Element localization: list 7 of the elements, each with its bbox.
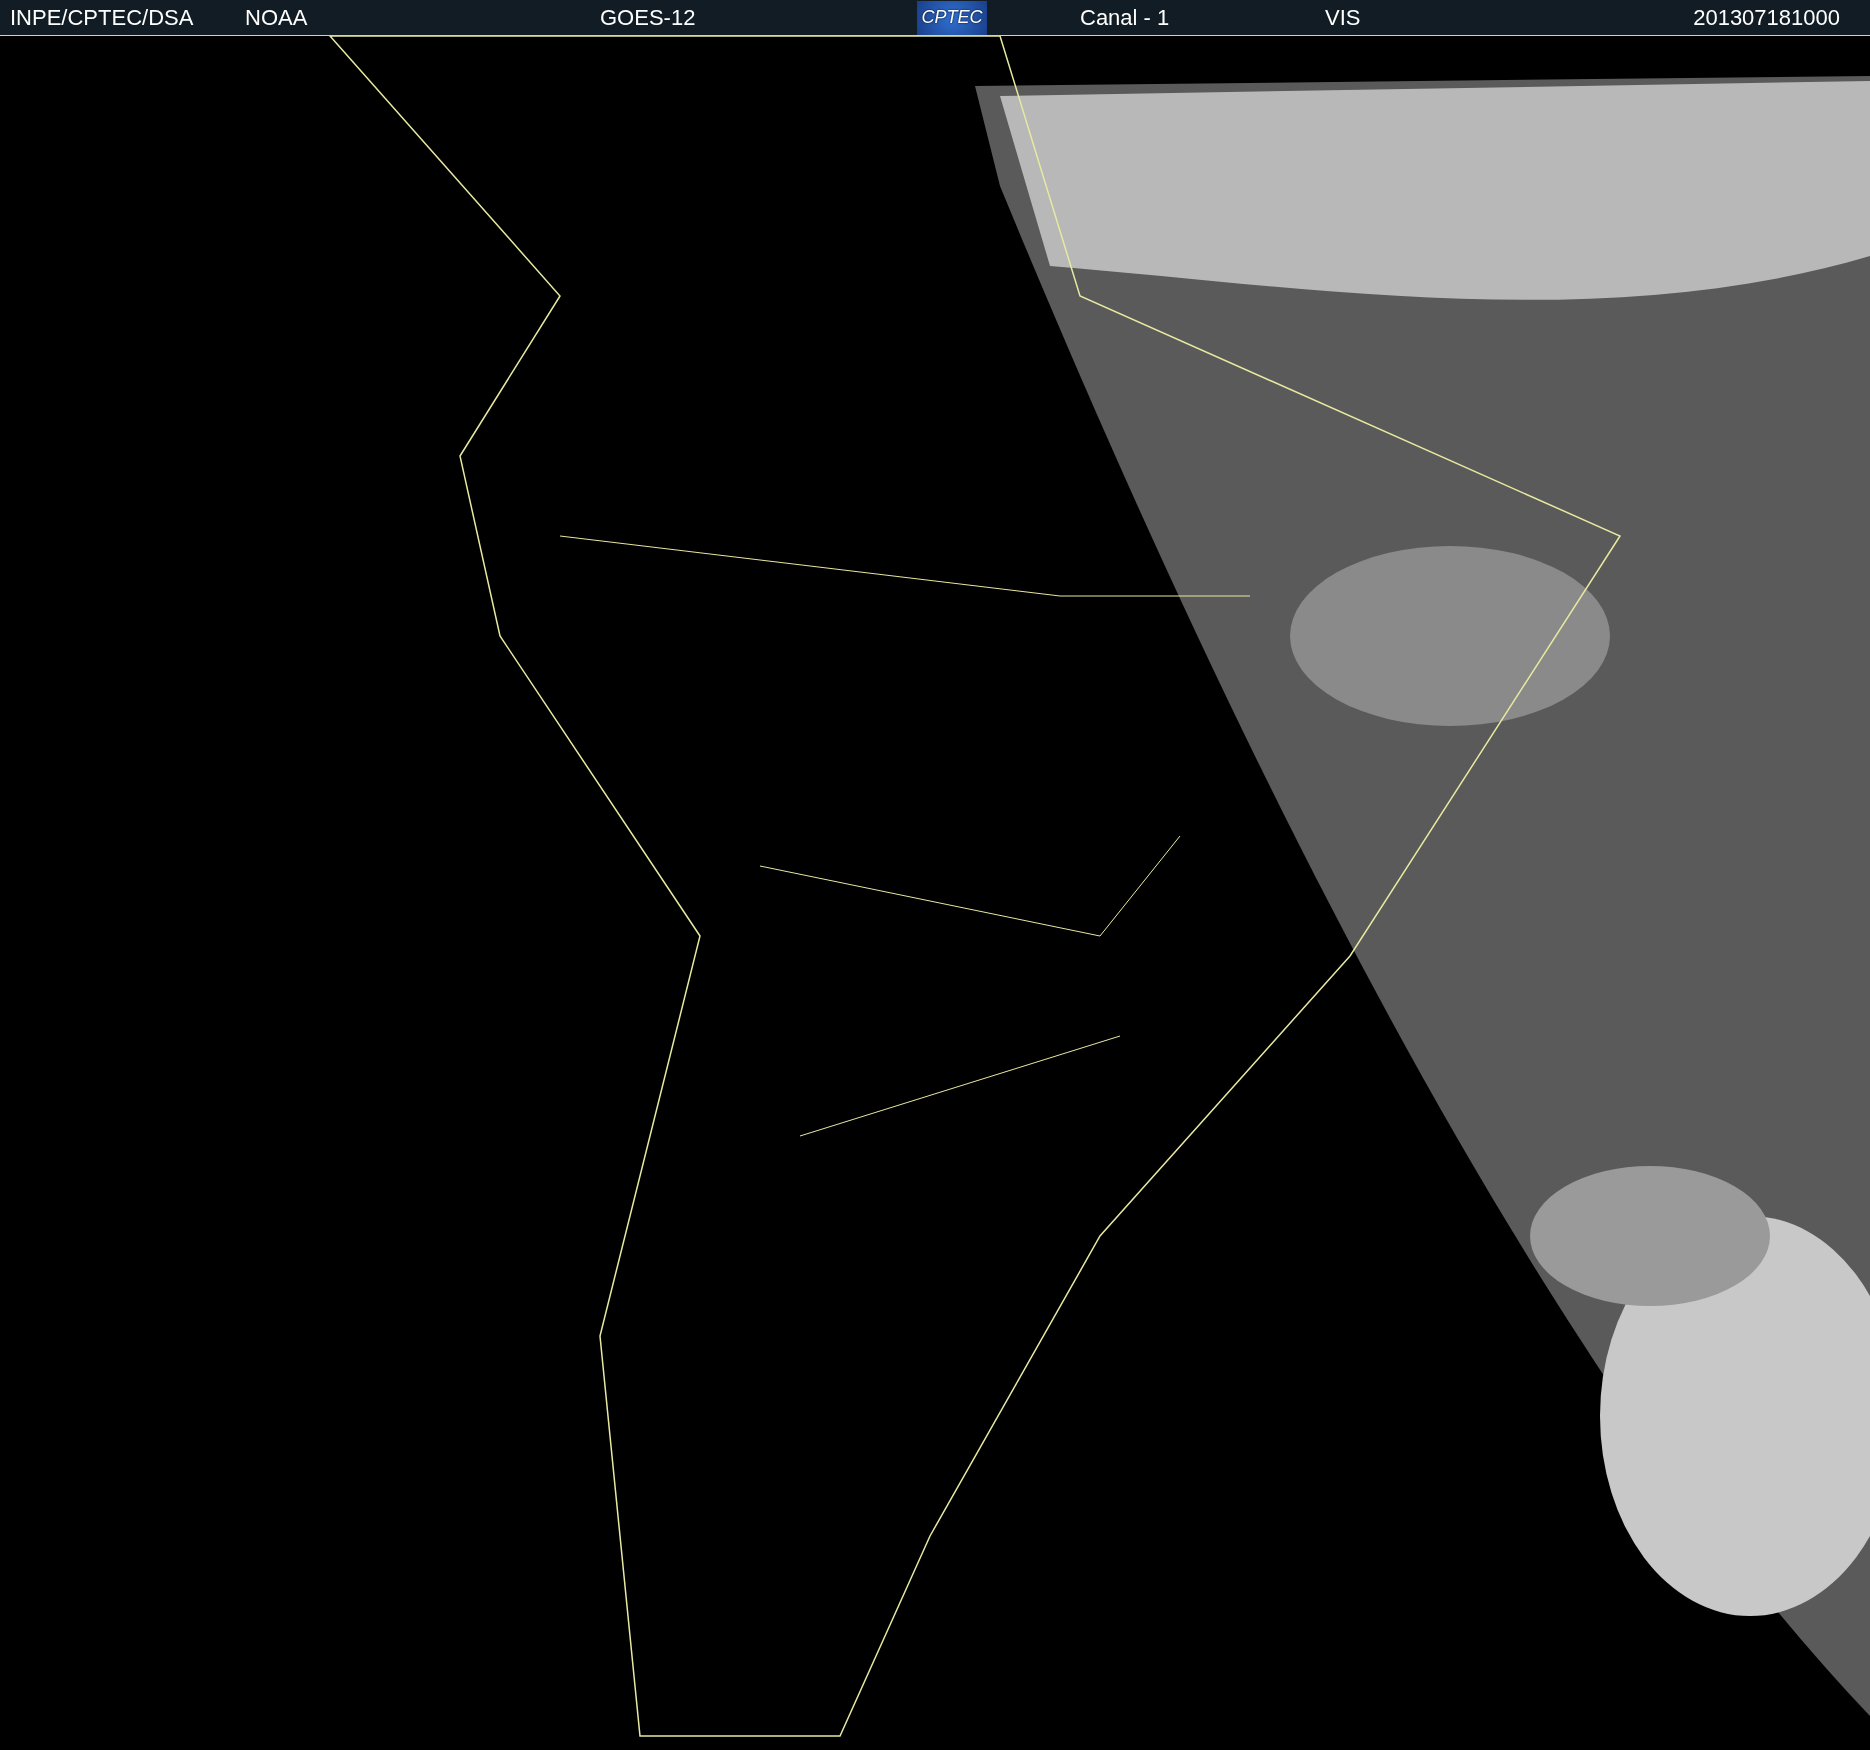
source-label: INPE/CPTEC/DSA <box>10 4 195 32</box>
channel-label: Canal - 1 <box>1080 4 1171 32</box>
timestamp-label: 201307181000 <box>1693 4 1840 32</box>
logo: CPTEC <box>917 0 987 35</box>
agency-label: NOAA <box>245 4 309 32</box>
satellite-label: GOES-12 <box>600 4 697 32</box>
band-label: VIS <box>1325 4 1362 32</box>
